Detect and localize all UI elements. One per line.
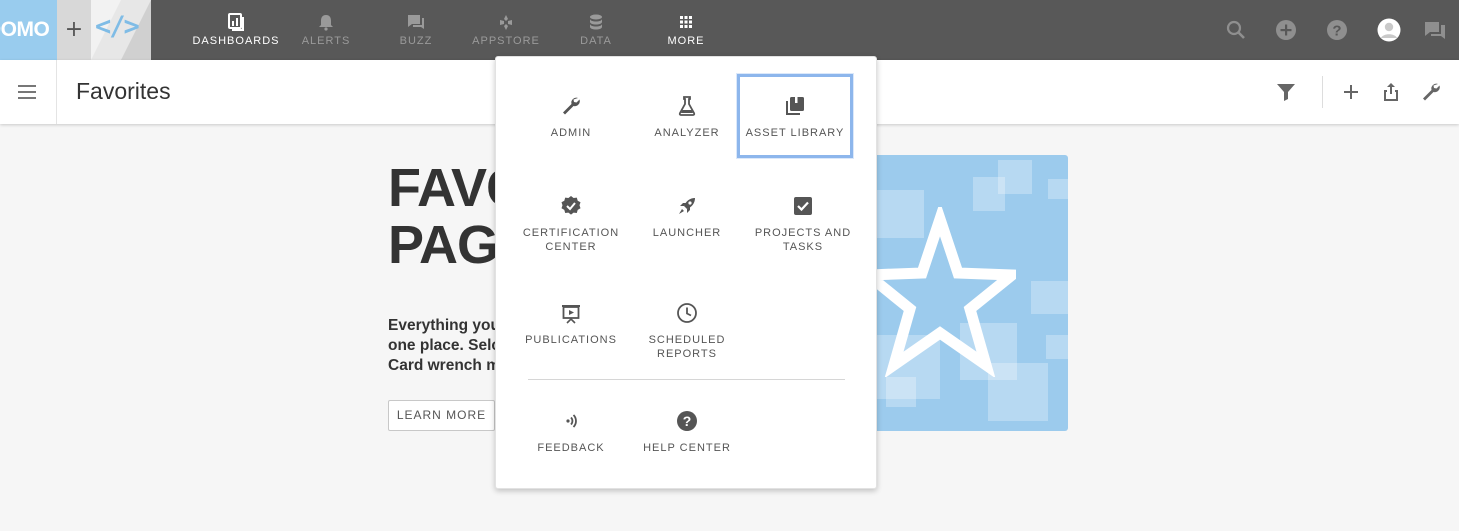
menu-item-feedback-label: FEEDBACK — [537, 442, 605, 454]
filter-icon[interactable] — [1274, 80, 1298, 104]
nav-more-label: MORE — [667, 35, 705, 47]
menu-item-publications[interactable]: PUBLICATIONS — [513, 302, 629, 347]
domo-logo[interactable]: DOMO — [0, 0, 57, 60]
plus-separator: + — [57, 0, 91, 60]
favorites-star-illustration — [876, 155, 1068, 431]
nav-dashboards-label: DASHBOARDS — [192, 35, 280, 47]
menu-divider — [528, 379, 845, 380]
nav-data[interactable]: DATA — [560, 0, 632, 60]
menu-item-help-center-label: HELP CENTER — [643, 442, 731, 454]
menu-item-asset-library[interactable]: ASSET LIBRARY — [737, 74, 853, 158]
nav-alerts-label: ALERTS — [301, 35, 351, 47]
dev-logo-text: </> — [95, 11, 140, 42]
menu-item-scheduled-reports-label: SCHEDULED REPORTS — [648, 334, 726, 360]
grid-icon — [680, 16, 692, 28]
database-icon — [590, 14, 602, 30]
chat-icon — [408, 15, 424, 29]
menu-item-feedback[interactable]: FEEDBACK — [513, 410, 629, 455]
wrench-icon — [563, 97, 580, 115]
page-title: Favorites — [76, 78, 171, 104]
library-icon — [786, 97, 804, 115]
search-icon[interactable] — [1221, 15, 1251, 45]
logo-text: DOMO — [0, 18, 50, 41]
menu-item-certification-center-label: CERTIFICATION CENTER — [522, 227, 620, 253]
menu-item-launcher[interactable]: LAUNCHER — [629, 195, 745, 240]
feedback-icon — [566, 414, 577, 428]
menu-item-launcher-label: LAUNCHER — [652, 227, 722, 239]
more-menu-dropdown: ADMIN ANALYZER ASSET LIBRARY CERTIFICATI… — [495, 56, 877, 489]
top-navigation-bar: DOMO + </> DASHBOARDS ALERTS BUZZ APPSTO… — [0, 0, 1459, 60]
dashboards-icon — [228, 13, 244, 31]
menu-item-analyzer-label: ANALYZER — [654, 127, 720, 139]
menu-item-publications-label: PUBLICATIONS — [525, 334, 617, 346]
nav-appstore[interactable]: APPSTORE — [470, 0, 542, 60]
bell-icon — [319, 15, 333, 31]
help-circle-icon: ? — [677, 411, 697, 431]
menu-item-admin-label: ADMIN — [550, 127, 592, 139]
appstore-icon — [500, 15, 512, 30]
hamburger-menu-icon[interactable] — [0, 60, 57, 124]
share-icon[interactable] — [1379, 80, 1403, 104]
buzz-chat-icon[interactable] — [1420, 15, 1450, 45]
presentation-icon — [562, 305, 580, 324]
rocket-icon — [679, 198, 695, 214]
menu-item-projects-and-tasks-label: PROJECTS AND TASKS — [754, 227, 852, 253]
clock-icon — [677, 303, 697, 323]
avatar-icon[interactable] — [1374, 15, 1404, 45]
nav-more[interactable]: MORE — [650, 0, 722, 60]
menu-item-analyzer[interactable]: ANALYZER — [629, 95, 745, 140]
nav-dashboards[interactable]: DASHBOARDS — [190, 0, 282, 60]
checkbox-icon — [794, 197, 812, 215]
menu-item-help-center[interactable]: ? HELP CENTER — [629, 410, 745, 455]
svg-text:?: ? — [683, 413, 692, 429]
menu-item-projects-and-tasks[interactable]: PROJECTS AND TASKS — [745, 195, 861, 254]
nav-appstore-label: APPSTORE — [472, 35, 540, 47]
menu-item-admin[interactable]: ADMIN — [513, 95, 629, 140]
developer-logo[interactable]: </> — [91, 0, 151, 60]
add-circle-icon[interactable] — [1271, 15, 1301, 45]
wrench-icon[interactable] — [1419, 80, 1443, 104]
menu-item-scheduled-reports[interactable]: SCHEDULED REPORTS — [629, 302, 745, 361]
certified-badge-icon — [561, 196, 581, 215]
nav-alerts[interactable]: ALERTS — [290, 0, 362, 60]
nav-buzz[interactable]: BUZZ — [380, 0, 452, 60]
svg-text:?: ? — [1332, 23, 1341, 40]
menu-item-asset-library-label: ASSET LIBRARY — [745, 127, 845, 139]
plus-icon[interactable] — [1339, 80, 1363, 104]
help-icon[interactable]: ? — [1322, 15, 1352, 45]
flask-icon — [678, 96, 696, 116]
star-icon — [876, 207, 1016, 377]
nav-buzz-label: BUZZ — [399, 35, 433, 47]
menu-item-certification-center[interactable]: CERTIFICATION CENTER — [513, 195, 629, 254]
learn-more-button[interactable]: LEARN MORE — [388, 400, 495, 431]
nav-data-label: DATA — [580, 35, 612, 47]
header-divider — [1322, 76, 1323, 108]
